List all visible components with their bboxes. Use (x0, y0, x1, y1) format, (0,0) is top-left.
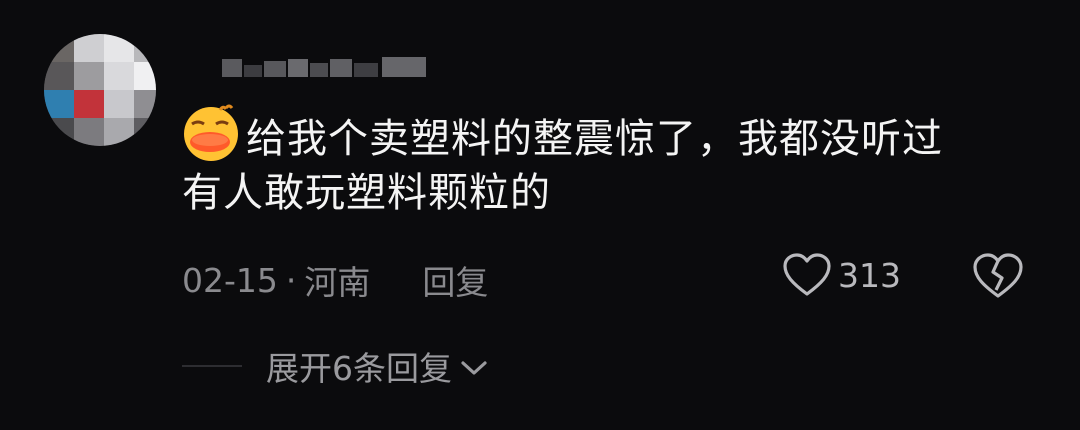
expand-replies-label: 展开6条回复 (266, 349, 452, 388)
pixelated-username (222, 57, 426, 77)
dislike-button[interactable] (972, 252, 1024, 300)
comment-date: 02-15 (182, 260, 278, 300)
duck-emoji-icon (182, 104, 244, 162)
username-blurred[interactable] (222, 55, 428, 79)
comment-line-2: 有人敢玩塑料颗粒的 (182, 170, 551, 216)
reply-button[interactable]: 回复 (422, 256, 488, 304)
blurred-avatar-image (44, 34, 156, 146)
like-button[interactable]: 313 (782, 252, 901, 298)
expand-replies-button[interactable]: 展开6条回复 (182, 342, 488, 390)
meta-separator: · (285, 260, 297, 300)
broken-heart-icon (973, 253, 1023, 298)
comment-location: 河南 (304, 263, 371, 302)
chevron-down-icon (460, 347, 488, 386)
comment-line-1: 给我个卖塑料的整震惊了，我都没听过 (246, 116, 943, 162)
comment-text: 给我个卖塑料的整震惊了，我都没听过 有人敢玩塑料颗粒的 (182, 104, 1022, 220)
comment-meta: 02-15 · 河南 回复 (182, 256, 488, 304)
avatar[interactable] (44, 34, 156, 146)
like-count: 313 (838, 255, 901, 295)
divider-line (182, 365, 242, 367)
heart-outline-icon (783, 253, 831, 296)
